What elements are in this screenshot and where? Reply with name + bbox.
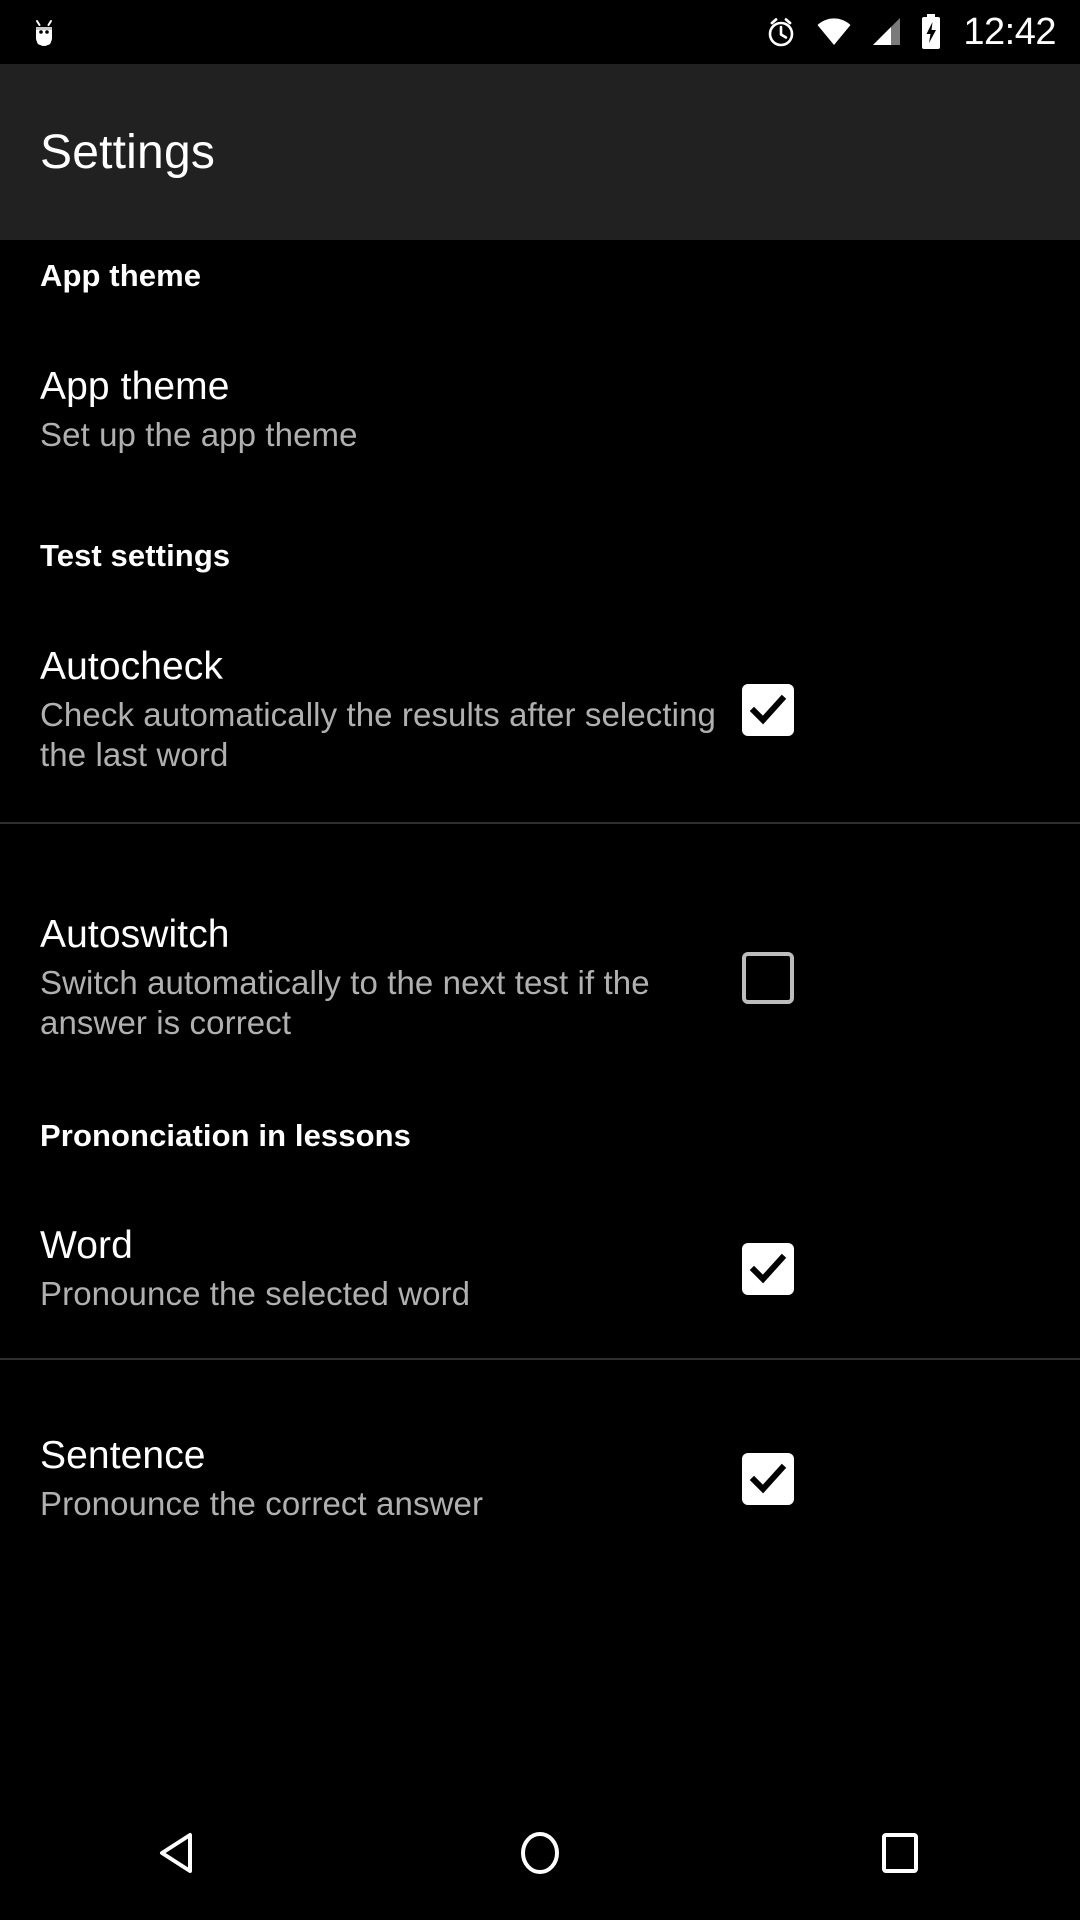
status-bar-left [26,14,62,50]
pref-title-sentence: Sentence [40,1434,206,1478]
checkbox-sentence[interactable] [742,1453,794,1505]
recents-button[interactable] [820,1790,980,1920]
system-navigation-bar [0,1790,1080,1920]
cellular-signal-icon [869,16,903,48]
section-header-prononciation: Prononciation in lessons [40,1118,412,1153]
section-header-app-theme: App theme [40,258,202,293]
pref-summary-app-theme: Set up the app theme [40,415,358,453]
pref-summary-autocheck: Check automatically the results after se… [40,695,717,773]
pref-row-app-theme[interactable]: App theme Set up the app theme [0,350,1080,470]
wifi-icon [815,16,853,48]
pref-row-autocheck[interactable]: Autocheck Check automatically the result… [0,626,1080,794]
section-header-test-settings: Test settings [40,538,231,573]
pref-summary-autoswitch: Switch automatically to the next test if… [40,963,650,1041]
pref-summary-sentence: Pronounce the correct answer [40,1484,484,1522]
recents-square-icon[interactable] [874,1827,926,1884]
battery-charging-icon [919,13,943,51]
status-bar: 12:42 [0,0,1080,64]
pref-row-word[interactable]: Word Pronounce the selected word [0,1208,1080,1330]
status-bar-clock: 12:42 [963,11,1056,53]
checkbox-wrap-autocheck[interactable] [740,682,796,738]
pref-text-word: Word Pronounce the selected word [40,1224,740,1314]
pref-title-autocheck: Autocheck [40,644,224,688]
checkbox-word[interactable] [742,1243,794,1295]
status-bar-right: 12:42 [763,13,1056,51]
settings-list[interactable]: App theme App theme Set up the app theme… [0,240,1080,1790]
home-button[interactable] [460,1790,620,1920]
pref-summary-word: Pronounce the selected word [40,1274,471,1312]
back-triangle-icon[interactable] [154,1827,206,1884]
pref-text-app-theme: App theme Set up the app theme [40,365,740,455]
pref-title-autoswitch: Autoswitch [40,912,230,956]
android-droid-icon [26,14,62,50]
pref-text-sentence: Sentence Pronounce the correct answer [40,1434,740,1524]
pref-row-sentence[interactable]: Sentence Pronounce the correct answer [0,1418,1080,1540]
app-bar: Settings [0,64,1080,240]
android-settings-screen: 12:42 Settings App theme App theme Set u… [0,0,1080,1920]
page-title: Settings [40,125,216,179]
checkbox-autocheck[interactable] [742,684,794,736]
pref-text-autoswitch: Autoswitch Switch automatically to the n… [40,913,740,1043]
home-circle-icon[interactable] [514,1827,566,1884]
pref-title-app-theme: App theme [40,365,230,409]
checkbox-wrap-autoswitch[interactable] [740,950,796,1006]
pref-title-word: Word [40,1224,133,1268]
back-button[interactable] [100,1790,260,1920]
pref-text-autocheck: Autocheck Check automatically the result… [40,645,740,775]
pref-row-autoswitch[interactable]: Autoswitch Switch automatically to the n… [0,894,1080,1062]
checkbox-wrap-sentence[interactable] [740,1451,796,1507]
checkbox-wrap-word[interactable] [740,1241,796,1297]
alarm-clock-icon [763,14,799,50]
checkbox-autoswitch[interactable] [742,952,794,1004]
